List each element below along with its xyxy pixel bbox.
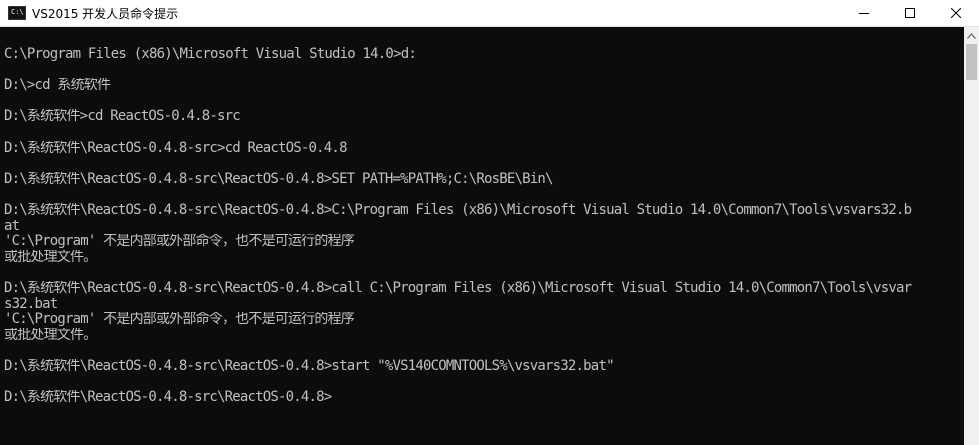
console-line: D:\系统软件\ReactOS-0.4.8-src\ReactOS-0.4.8> bbox=[4, 390, 332, 406]
console-line: D:\系统软件\ReactOS-0.4.8-src>cd ReactOS-0.4… bbox=[4, 140, 348, 156]
window-title: VS2015 开发人员命令提示 bbox=[32, 6, 179, 21]
scroll-up-button[interactable] bbox=[964, 27, 979, 44]
window-controls bbox=[841, 0, 979, 26]
chevron-up-icon bbox=[967, 32, 976, 39]
console-window: C:\ VS2015 开发人员命令提示 C:\Program Files (x8… bbox=[0, 0, 979, 445]
maximize-button[interactable] bbox=[887, 0, 933, 26]
console-line: s32.bat bbox=[4, 296, 58, 312]
console-output[interactable]: C:\Program Files (x86)\Microsoft Visual … bbox=[0, 27, 964, 445]
console-line: 或批处理文件。 bbox=[4, 327, 97, 343]
vertical-scrollbar[interactable] bbox=[964, 27, 979, 445]
title-bar[interactable]: C:\ VS2015 开发人员命令提示 bbox=[0, 0, 979, 27]
console-line: D:\>cd 系统软件 bbox=[4, 78, 111, 94]
close-button[interactable] bbox=[933, 0, 979, 26]
console-line: 'C:\Program' 不是内部或外部命令，也不是可运行的程序 bbox=[4, 312, 355, 328]
close-icon bbox=[951, 8, 961, 18]
console-line: C:\Program Files (x86)\Microsoft Visual … bbox=[4, 47, 417, 62]
console-line: D:\系统软件\ReactOS-0.4.8-src\ReactOS-0.4.8>… bbox=[4, 280, 912, 296]
console-line: D:\系统软件\ReactOS-0.4.8-src\ReactOS-0.4.8>… bbox=[4, 358, 615, 374]
console-line: at bbox=[4, 218, 20, 234]
console-line: D:\系统软件\ReactOS-0.4.8-src\ReactOS-0.4.8>… bbox=[4, 171, 553, 187]
cmd-icon[interactable]: C:\ bbox=[8, 6, 26, 20]
console-line: 或批处理文件。 bbox=[4, 249, 97, 265]
console-line: D:\系统软件\ReactOS-0.4.8-src\ReactOS-0.4.8>… bbox=[4, 202, 912, 218]
maximize-icon bbox=[905, 8, 915, 18]
minimize-icon bbox=[859, 13, 869, 14]
scroll-thumb[interactable] bbox=[966, 44, 977, 80]
minimize-button[interactable] bbox=[841, 0, 887, 26]
console-line: 'C:\Program' 不是内部或外部命令，也不是可运行的程序 bbox=[4, 234, 355, 250]
console-line: D:\系统软件>cd ReactOS-0.4.8-src bbox=[4, 109, 241, 125]
